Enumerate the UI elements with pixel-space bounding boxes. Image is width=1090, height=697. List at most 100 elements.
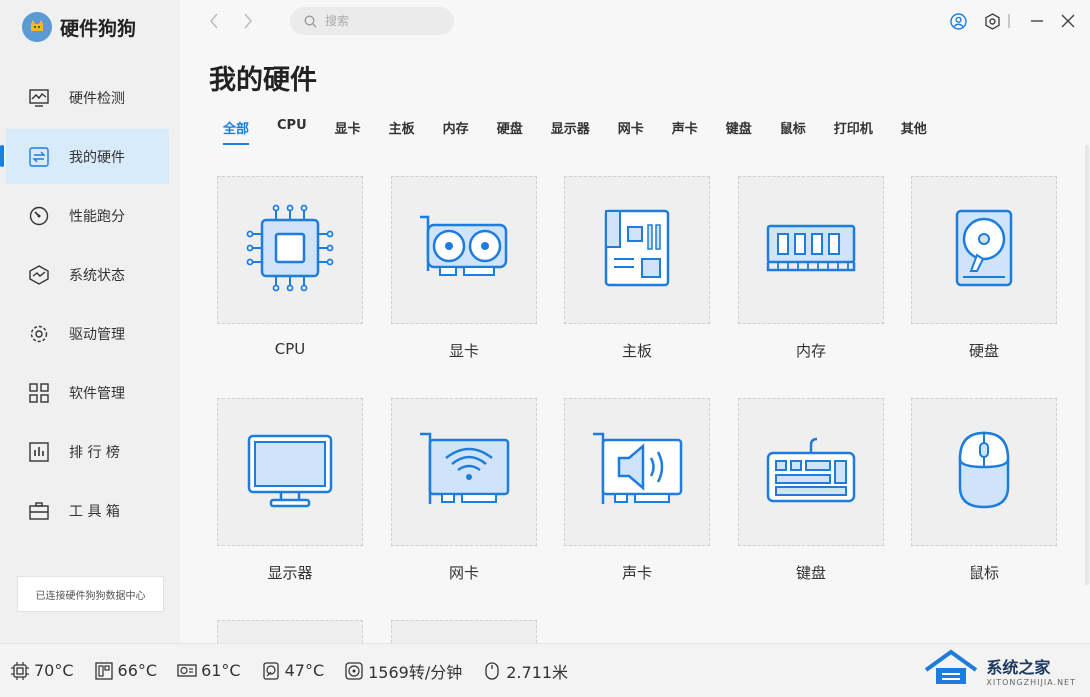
content-scrollbar[interactable] <box>1085 145 1089 585</box>
search-icon <box>304 15 317 28</box>
sidebar-item-label: 软件管理 <box>69 385 125 402</box>
card-label: CPU <box>274 340 306 358</box>
hardware-card-sound[interactable]: 声卡 <box>564 398 710 583</box>
tab-sound[interactable]: 声卡 <box>672 118 698 145</box>
gear-icon <box>28 323 50 345</box>
sidebar-item-software-manage[interactable]: 软件管理 <box>6 365 169 420</box>
user-icon[interactable] <box>949 12 967 30</box>
mouse-distance-stat: 2.711米 <box>482 659 568 683</box>
hard-disk-icon <box>953 207 1015 293</box>
search-input[interactable] <box>323 13 447 29</box>
fan-icon <box>344 661 364 681</box>
cpu-temp-stat: 70°C <box>10 661 74 681</box>
sidebar-item-label: 我的硬件 <box>69 149 125 166</box>
card-label: 鼠标 <box>968 564 999 582</box>
sidebar-item-driver-manage[interactable]: 驱动管理 <box>6 306 169 361</box>
sidebar-item-my-hardware[interactable]: 我的硬件 <box>0 129 169 184</box>
bar-ranking-icon <box>28 441 50 463</box>
card-label: 显示器 <box>267 564 313 582</box>
tab-monitor[interactable]: 显示器 <box>551 118 590 145</box>
network-card-icon <box>416 430 512 514</box>
card-icon-box <box>217 398 363 546</box>
app-brand: 硬件狗狗 <box>22 12 136 42</box>
sidebar-item-label: 性能跑分 <box>69 208 125 225</box>
motherboard-icon <box>602 207 672 293</box>
close-icon[interactable] <box>1059 12 1077 30</box>
gauge-icon <box>28 205 50 227</box>
card-label: 内存 <box>795 342 826 360</box>
hardware-card-network[interactable]: 网卡 <box>391 398 537 583</box>
category-tabs: 全部 CPU 显卡 主板 内存 硬盘 显示器 网卡 声卡 键盘 鼠标 打印机 其… <box>223 118 955 145</box>
card-label: 网卡 <box>448 564 479 582</box>
sidebar-item-label: 驱动管理 <box>69 326 125 343</box>
divider <box>1006 12 1012 30</box>
sidebar-item-ranking[interactable]: 排 行 榜 <box>6 424 169 479</box>
watermark: 系统之家 XITONGZHIJIA.NET <box>922 648 1076 692</box>
sidebar-item-label: 硬件检测 <box>69 90 125 107</box>
disk-temp-stat: 47°C <box>261 661 324 681</box>
hardware-card-keyboard[interactable]: 键盘 <box>738 398 884 583</box>
sidebar-item-system-status[interactable]: 系统状态 <box>6 247 169 302</box>
hardware-card-cpu[interactable]: CPU <box>217 176 363 358</box>
tab-graphics[interactable]: 显卡 <box>335 118 361 145</box>
tab-printer[interactable]: 打印机 <box>834 118 873 145</box>
card-icon-box <box>564 176 710 324</box>
sidebar-item-benchmark[interactable]: 性能跑分 <box>6 188 169 243</box>
hardware-card-graphics[interactable]: 显卡 <box>391 176 537 361</box>
sidebar-item-hardware-detect[interactable]: 硬件检测 <box>6 70 169 125</box>
minimize-icon[interactable] <box>1028 12 1046 30</box>
hardware-swap-icon <box>28 146 50 168</box>
settings-icon[interactable] <box>983 12 1001 30</box>
card-icon-box <box>911 176 1057 324</box>
search-box[interactable] <box>290 7 454 35</box>
card-label: 主板 <box>621 342 652 360</box>
board-temp-stat: 66°C <box>94 661 157 681</box>
gpu-temp-icon <box>177 661 197 681</box>
watermark-title: 系统之家 <box>986 657 1051 677</box>
card-icon-box <box>217 620 363 643</box>
dog-logo-icon <box>22 12 52 42</box>
forward-arrow-icon[interactable] <box>238 10 258 32</box>
sidebar-item-toolbox[interactable]: 工 具 箱 <box>6 483 169 538</box>
board-temp-icon <box>94 661 114 681</box>
back-arrow-icon[interactable] <box>204 10 224 32</box>
gpu-temp-value: 61°C <box>201 661 241 680</box>
card-icon-box <box>564 398 710 546</box>
card-icon-box <box>391 398 537 546</box>
tab-cpu[interactable]: CPU <box>277 118 307 145</box>
card-icon-box <box>738 176 884 324</box>
tab-memory[interactable]: 内存 <box>443 118 469 145</box>
hardware-card-mouse[interactable]: 鼠标 <box>911 398 1057 583</box>
sound-card-icon <box>589 430 685 514</box>
toolbox-icon <box>28 500 50 522</box>
sidebar-nav: 硬件检测 我的硬件 性能跑分 系统状态 驱动管理 软件管理 排 行 榜 工 具 <box>0 70 169 542</box>
tab-disk[interactable]: 硬盘 <box>497 118 523 145</box>
card-icon-box <box>217 176 363 324</box>
connection-status: 已连接硬件狗狗数据中心 <box>17 576 164 612</box>
disk-temp-icon <box>261 661 281 681</box>
graphics-card-icon <box>416 213 512 287</box>
fan-speed-value: 1569转/分钟 <box>368 662 463 682</box>
hardware-card-printer[interactable] <box>217 620 363 643</box>
tab-mouse[interactable]: 鼠标 <box>780 118 806 145</box>
tab-other[interactable]: 其他 <box>901 118 927 145</box>
tab-keyboard[interactable]: 键盘 <box>726 118 752 145</box>
tab-all[interactable]: 全部 <box>223 118 250 145</box>
hardware-card-other[interactable] <box>391 620 537 643</box>
page-title: 我的硬件 <box>209 65 317 96</box>
tab-motherboard[interactable]: 主板 <box>389 118 415 145</box>
card-label: 声卡 <box>621 564 652 582</box>
gpu-temp-stat: 61°C <box>177 661 241 681</box>
watermark-subtitle: XITONGZHIJIA.NET <box>986 677 1076 687</box>
hardware-card-disk[interactable]: 硬盘 <box>911 176 1057 361</box>
cpu-temp-icon <box>10 661 30 681</box>
cpu-icon <box>244 202 336 298</box>
hardware-card-memory[interactable]: 内存 <box>738 176 884 361</box>
tab-network[interactable]: 网卡 <box>618 118 644 145</box>
sidebar-item-label: 系统状态 <box>69 267 125 284</box>
card-icon-box <box>391 176 537 324</box>
hardware-card-monitor[interactable]: 显示器 <box>217 398 363 583</box>
hardware-card-motherboard[interactable]: 主板 <box>564 176 710 361</box>
card-label: 键盘 <box>795 564 826 582</box>
card-icon-box <box>911 398 1057 546</box>
